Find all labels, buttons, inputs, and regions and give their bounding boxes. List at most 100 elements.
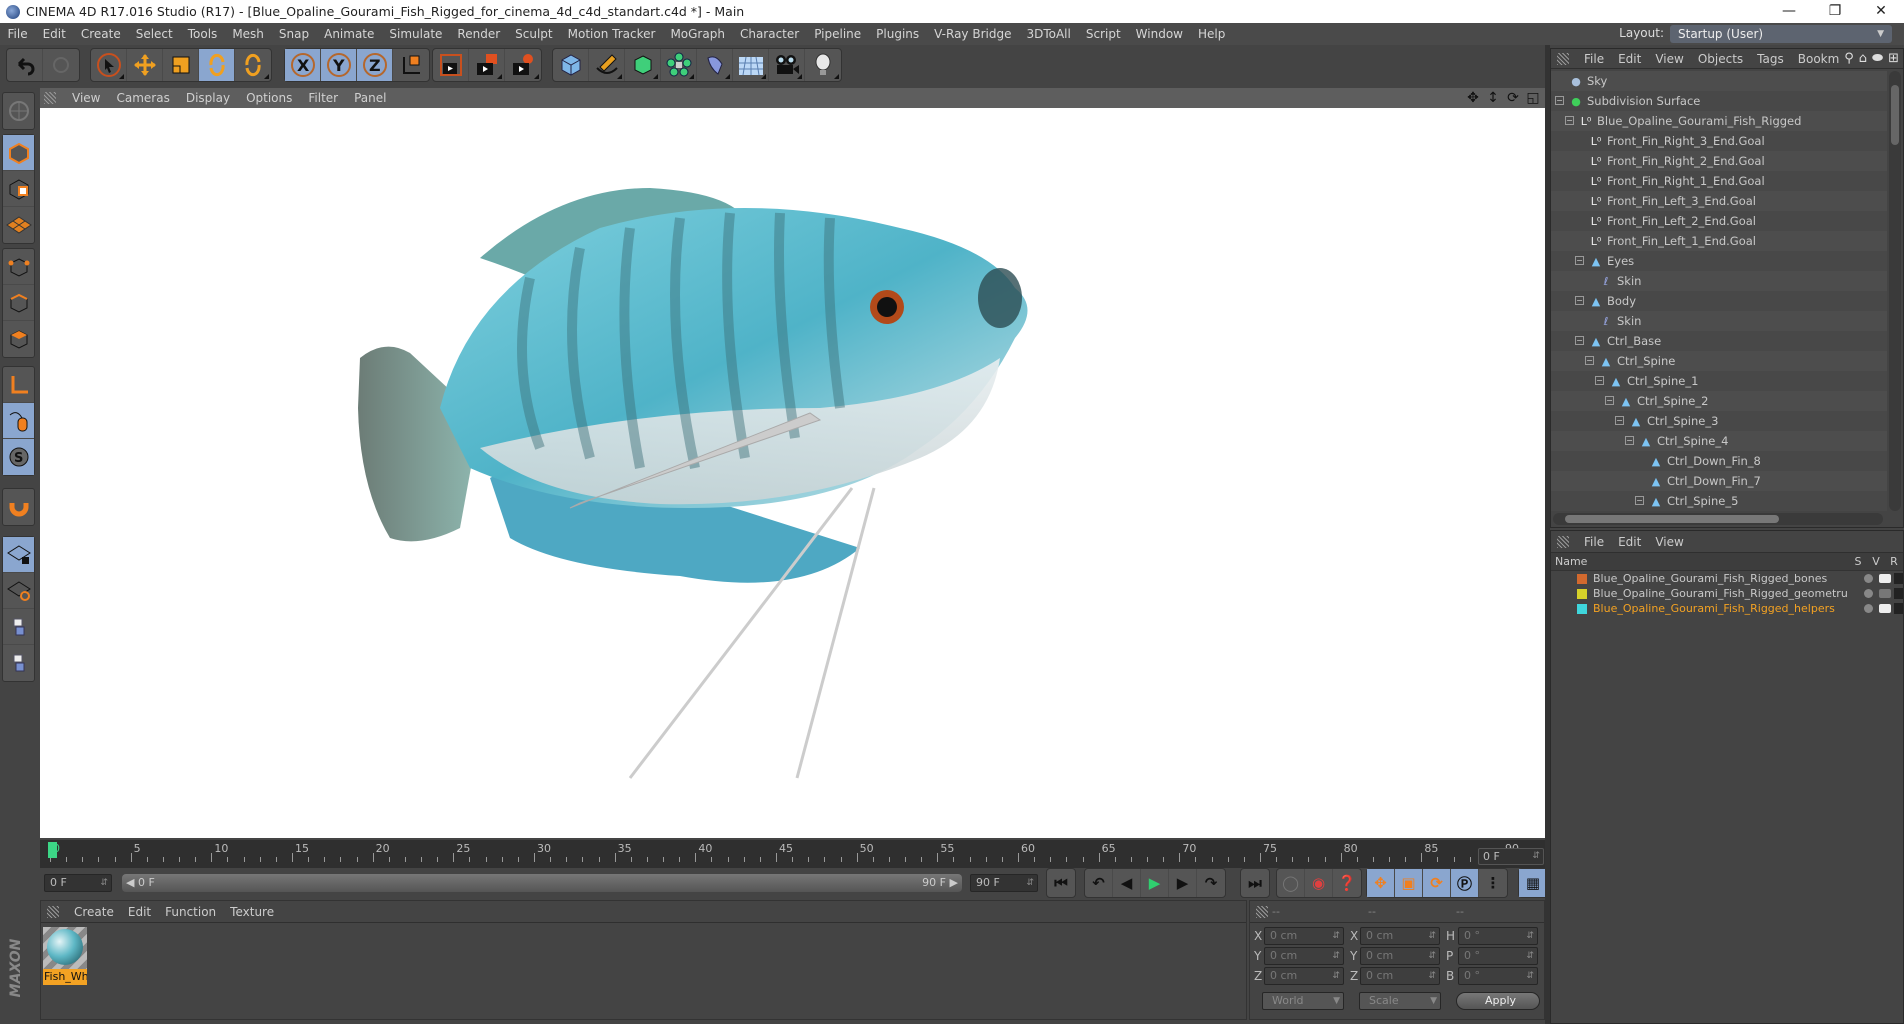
object-menu-file[interactable]: File <box>1577 52 1611 66</box>
menu-mograph[interactable]: MoGraph <box>663 27 733 41</box>
material-swatch[interactable]: Fish_Wh <box>43 927 87 985</box>
coord-pos-field[interactable]: 0 cm ⇵ <box>1264 947 1344 965</box>
menu-snap[interactable]: Snap <box>271 27 316 41</box>
layer-solo-toggle[interactable] <box>1864 574 1873 583</box>
menu-select[interactable]: Select <box>128 27 180 41</box>
collapse-icon[interactable]: − <box>1575 336 1584 345</box>
eye-icon[interactable]: ⬬ <box>1872 51 1883 66</box>
layer-solo-toggle[interactable] <box>1864 589 1873 598</box>
object-tree-row[interactable]: − L⁰ Blue_Opaline_Gourami_Fish_Rigged <box>1551 111 1887 131</box>
menu-edit[interactable]: Edit <box>35 27 73 41</box>
polygons-mode-icon[interactable] <box>3 321 34 357</box>
menu-window[interactable]: Window <box>1128 27 1190 41</box>
render-picture-viewer-icon[interactable] <box>469 49 505 81</box>
apply-button[interactable]: Apply <box>1456 992 1540 1010</box>
object-menu-view[interactable]: View <box>1648 52 1690 66</box>
next-frame-icon[interactable]: ▶ <box>1169 869 1197 897</box>
material-menu-texture[interactable]: Texture <box>223 905 281 919</box>
scale-key-icon[interactable]: ▣ <box>1395 869 1423 897</box>
previous-key-icon[interactable]: ↶ <box>1085 869 1113 897</box>
layout-dropdown[interactable]: Startup (User) ▼ <box>1670 25 1892 43</box>
layer-visibility-eye-icon[interactable] <box>1879 604 1891 613</box>
timeline-icon[interactable]: ▦ <box>1519 869 1547 897</box>
layer-menu-view[interactable]: View <box>1648 535 1690 549</box>
rotation-key-icon[interactable]: ⟳ <box>1423 869 1451 897</box>
material-menu-function[interactable]: Function <box>158 905 223 919</box>
panel-grip[interactable] <box>1557 52 1569 65</box>
workplane-mode-icon[interactable] <box>3 207 34 243</box>
viewport-menu-display[interactable]: Display <box>178 91 238 105</box>
viewport-menu-panel[interactable]: Panel <box>346 91 394 105</box>
axis-mode-icon[interactable] <box>3 367 34 403</box>
menu-mesh[interactable]: Mesh <box>225 27 272 41</box>
collapse-icon[interactable]: − <box>1565 116 1574 125</box>
next-key-icon[interactable]: ↷ <box>1197 869 1225 897</box>
menu-motion-tracker[interactable]: Motion Tracker <box>560 27 663 41</box>
record-icon[interactable]: ◉ <box>1305 869 1333 897</box>
cloner-icon[interactable] <box>661 49 697 81</box>
collapse-icon[interactable]: − <box>1615 416 1624 425</box>
object-tree-row[interactable]: − ● Subdivision Surface <box>1551 91 1887 111</box>
pen-spline-icon[interactable] <box>589 49 625 81</box>
layer-visibility-eye-icon[interactable] <box>1879 589 1891 598</box>
camera-icon[interactable] <box>769 49 805 81</box>
restore-button[interactable]: ❐ <box>1812 0 1858 23</box>
menu-help[interactable]: Help <box>1190 27 1232 41</box>
object-tree-row[interactable]: ▲ Ctrl_Down_Fin_8 <box>1551 451 1887 471</box>
object-tree-row[interactable]: ▲ Ctrl_Down_Fin_7 <box>1551 471 1887 491</box>
material-menu-create[interactable]: Create <box>67 905 121 919</box>
timeline-ruler[interactable]: 051015202530354045505560657075808590 <box>40 838 1545 868</box>
layer-menu-edit[interactable]: Edit <box>1611 535 1648 549</box>
go-to-end-icon[interactable]: ⏭ <box>1241 869 1269 897</box>
minimize-button[interactable]: — <box>1766 0 1812 23</box>
close-button[interactable]: ✕ <box>1858 0 1904 23</box>
texture-mode-icon[interactable] <box>3 171 34 207</box>
autokey-icon[interactable]: ❓ <box>1333 869 1361 897</box>
object-tree-row[interactable]: ℓ Skin <box>1551 311 1887 331</box>
live-selection-icon[interactable] <box>91 49 127 81</box>
object-tree-row[interactable]: ℓ Skin <box>1551 271 1887 291</box>
coord-size-field[interactable]: 0 cm ⇵ <box>1360 947 1440 965</box>
recent-tool-icon[interactable] <box>235 49 271 81</box>
object-menu-objects[interactable]: Objects <box>1691 52 1750 66</box>
layer-visibility-eye-icon[interactable] <box>1879 574 1891 583</box>
object-tree-row[interactable]: ● Sky <box>1551 71 1887 91</box>
end-frame-field[interactable]: 90 F ⇵ <box>970 874 1038 892</box>
render-view-icon[interactable] <box>433 49 469 81</box>
horizontal-scrollbar[interactable] <box>1553 513 1883 525</box>
coord-pos-field[interactable]: 0 cm ⇵ <box>1264 967 1344 985</box>
rotate-icon[interactable] <box>199 49 235 81</box>
scale-icon[interactable] <box>163 49 199 81</box>
object-tree-row[interactable]: − ▲ Ctrl_Spine <box>1551 351 1887 371</box>
menu-character[interactable]: Character <box>732 27 806 41</box>
object-tree-row[interactable]: L⁰ Front_Fin_Right_2_End.Goal <box>1551 151 1887 171</box>
layer-name[interactable]: Blue_Opaline_Gourami_Fish_Rigged_bones <box>1593 572 1827 585</box>
tweak-mode-icon[interactable] <box>3 403 34 439</box>
viewport-menu-options[interactable]: Options <box>238 91 300 105</box>
go-to-start-icon[interactable]: ⏮ <box>1047 869 1075 897</box>
playhead[interactable] <box>48 842 57 858</box>
menu-tools[interactable]: Tools <box>180 27 225 41</box>
layer-render-toggle[interactable] <box>1894 588 1903 599</box>
layer-row[interactable]: Blue_Opaline_Gourami_Fish_Rigged_helpers <box>1551 601 1903 616</box>
layer-menu-file[interactable]: File <box>1577 535 1611 549</box>
current-frame-field[interactable]: 0 F ⇵ <box>1478 848 1544 865</box>
z-axis-lock-icon[interactable]: Z <box>357 49 393 81</box>
points-mode-icon[interactable] <box>3 249 34 285</box>
previous-frame-icon[interactable]: ◀ <box>1113 869 1141 897</box>
new-window-icon[interactable]: ⊞ <box>1888 51 1899 66</box>
menu-simulate[interactable]: Simulate <box>382 27 450 41</box>
menu-pipeline[interactable]: Pipeline <box>807 27 869 41</box>
coordinate-system-icon[interactable] <box>393 49 429 81</box>
maximize-view-icon[interactable]: ◱ <box>1525 90 1541 106</box>
collapse-icon[interactable]: − <box>1575 296 1584 305</box>
coord-rot-field[interactable]: 0 ° ⇵ <box>1458 947 1538 965</box>
redo-icon[interactable] <box>43 49 79 81</box>
pla-key-icon[interactable]: ⋮ <box>1479 869 1507 897</box>
object-tree-row[interactable]: L⁰ Front_Fin_Right_3_End.Goal <box>1551 131 1887 151</box>
make-editable-icon[interactable] <box>3 93 34 129</box>
object-tree-row[interactable]: − ▲ Ctrl_Spine_5 <box>1551 491 1887 511</box>
parameter-key-icon[interactable]: Ⓟ <box>1451 869 1479 897</box>
panel-grip[interactable] <box>47 905 59 918</box>
floor-icon[interactable] <box>733 49 769 81</box>
